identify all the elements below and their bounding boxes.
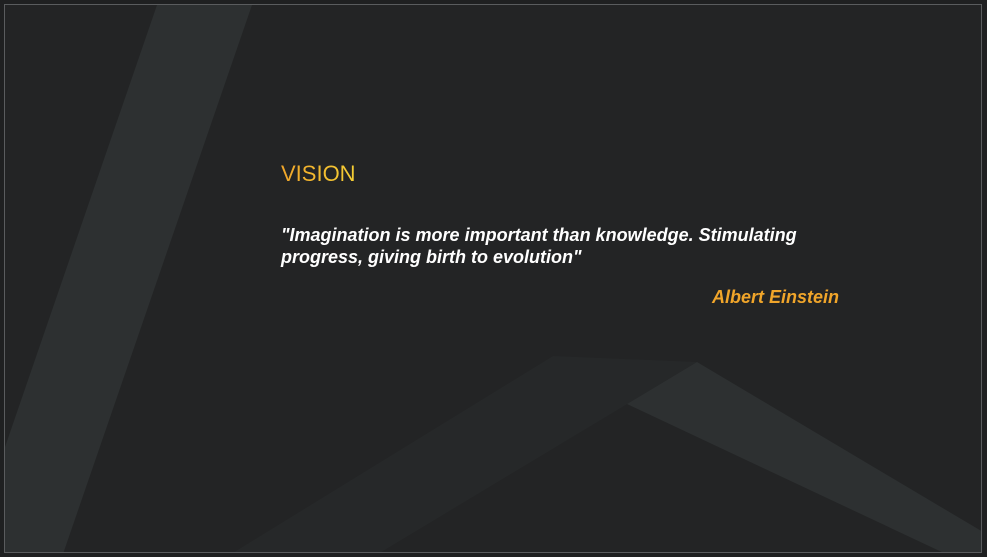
diagonal-band-left — [5, 5, 252, 552]
slide: VISION "Imagination is more important th… — [4, 4, 982, 553]
slide-title: VISION — [281, 161, 356, 186]
quote-author: Albert Einstein — [711, 287, 839, 307]
chevron-band-left — [234, 356, 697, 552]
quote-text: "Imagination is more important than know… — [281, 225, 797, 267]
chevron-band-right — [627, 362, 981, 552]
background-decoration — [5, 5, 981, 552]
